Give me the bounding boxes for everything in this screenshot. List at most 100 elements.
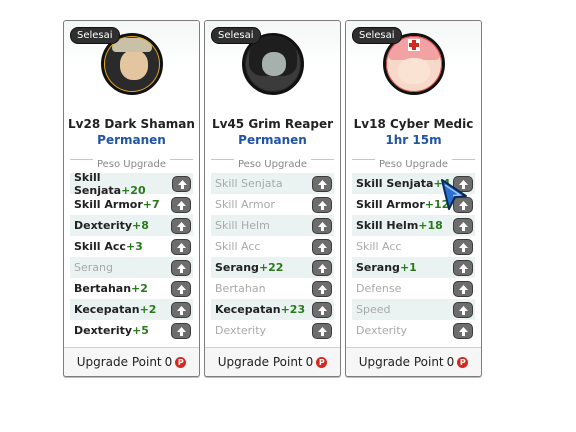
status-badge: Selesai [70,27,120,44]
stat-row: Dexterity [211,320,334,341]
pet-duration: Permanen [97,133,166,147]
upgrade-point-footer: Upgrade Point 0 P [64,347,199,376]
upgrade-arrow-button[interactable] [171,238,191,255]
upgrade-arrow-button[interactable] [312,196,332,213]
stat-row: Skill Armor+7 [70,194,193,215]
stat-row: Defense [352,278,475,299]
stat-label: Skill Helm+18 [356,219,443,232]
point-icon: P [457,356,469,368]
stat-label: Dexterity+5 [74,324,149,337]
stat-row: Speed [352,299,475,320]
pet-card-grim-reaper[interactable]: Selesai Lv45 Grim Reaper Permanen Peso U… [204,20,341,377]
section-label: Peso Upgrade [233,159,312,170]
stat-row: Dexterity+5 [70,320,193,341]
point-icon: P [316,356,328,368]
stat-list: Skill Senjata Skill Armor Skill Helm Ski… [211,173,334,341]
upgrade-arrow-button[interactable] [312,175,332,192]
stat-label: Skill Senjata [215,177,283,190]
section-divider: Peso Upgrade [211,159,334,174]
upgrade-arrow-button[interactable] [312,217,332,234]
stat-label: Dexterity [356,324,408,337]
upgrade-point-footer: Upgrade Point 0 P [205,347,340,376]
stat-label: Defense [356,282,402,295]
stat-label: Skill Senjata+4 [356,177,450,190]
section-label: Peso Upgrade [92,159,171,170]
stat-row: Dexterity+8 [70,215,193,236]
stat-row: Skill Acc [352,236,475,257]
stat-label: Kecepatan+2 [74,303,157,316]
pet-cards: Selesai Lv28 Dark Shaman Permanen Peso U… [63,20,482,377]
upgrade-arrow-button[interactable] [312,238,332,255]
upgrade-arrow-button[interactable] [453,322,473,339]
section-divider: Peso Upgrade [352,159,475,174]
stat-label: Skill Acc [356,240,402,253]
stat-row: Kecepatan+2 [70,299,193,320]
upgrade-arrow-button[interactable] [171,175,191,192]
upgrade-point-label: Upgrade Point [358,355,444,369]
upgrade-point-footer: Upgrade Point 0 P [346,347,481,376]
pet-duration: Permanen [238,133,307,147]
upgrade-arrow-button[interactable] [171,301,191,318]
stat-label: Skill Armor+7 [74,198,160,211]
stat-label: Kecepatan+23 [215,303,306,316]
upgrade-arrow-button[interactable] [312,280,332,297]
stat-label: Skill Armor [215,198,275,211]
pet-title: Lv45 Grim Reaper [211,117,334,131]
stat-list: Skill Senjata+20 Skill Armor+7 Dexterity… [70,170,193,341]
stat-row: Kecepatan+23 [211,299,334,320]
stat-row: Serang+1 [352,257,475,278]
upgrade-arrow-button[interactable] [171,280,191,297]
stat-label: Dexterity+8 [74,219,149,232]
upgrade-arrow-button[interactable] [453,217,473,234]
status-badge: Selesai [352,27,402,44]
upgrade-point-label: Upgrade Point [76,355,162,369]
upgrade-arrow-button[interactable] [312,322,332,339]
status-badge: Selesai [211,27,261,44]
stat-row: Bertahan [211,278,334,299]
stat-row: Skill Helm [211,215,334,236]
pet-title: Lv28 Dark Shaman [68,117,195,131]
stat-label: Skill Acc+3 [74,240,143,253]
upgrade-arrow-button[interactable] [171,196,191,213]
stat-label: Serang [74,261,113,274]
upgrade-point-value: 0 [446,355,455,369]
point-icon: P [175,356,187,368]
upgrade-arrow-button[interactable] [312,259,332,276]
upgrade-arrow-button[interactable] [171,259,191,276]
stat-label: Skill Armor+12 [356,198,450,211]
upgrade-arrow-button[interactable] [453,280,473,297]
stat-label: Skill Senjata+20 [74,170,146,197]
upgrade-arrow-button[interactable] [453,259,473,276]
upgrade-arrow-button[interactable] [171,322,191,339]
stat-row: Serang [70,257,193,278]
upgrade-arrow-button[interactable] [312,301,332,318]
stat-label: Bertahan [215,282,266,295]
stat-label: Bertahan+2 [74,282,148,295]
pet-duration: 1hr 15m [385,133,442,147]
upgrade-point-value: 0 [305,355,314,369]
stat-row: Skill Acc [211,236,334,257]
stat-label: Skill Acc [215,240,261,253]
upgrade-arrow-button[interactable] [453,301,473,318]
stat-row: Skill Acc+3 [70,236,193,257]
upgrade-point-label: Upgrade Point [217,355,303,369]
stat-label: Skill Helm [215,219,270,232]
stat-row: Skill Helm+18 [352,215,475,236]
stat-label: Serang+22 [215,261,284,274]
upgrade-arrow-button[interactable] [453,238,473,255]
stat-row: Skill Senjata [211,173,334,194]
stat-row: Skill Senjata+20 [70,170,193,197]
mouse-cursor-icon [441,179,467,210]
stat-row: Skill Armor [211,194,334,215]
stat-row: Bertahan+2 [70,278,193,299]
stat-row: Serang+22 [211,257,334,278]
upgrade-arrow-button[interactable] [171,217,191,234]
pet-card-dark-shaman[interactable]: Selesai Lv28 Dark Shaman Permanen Peso U… [63,20,200,377]
stat-label: Dexterity [215,324,267,337]
pet-title: Lv18 Cyber Medic [353,117,474,131]
section-label: Peso Upgrade [374,159,453,170]
stat-label: Serang+1 [356,261,417,274]
stat-row: Dexterity [352,320,475,341]
upgrade-point-value: 0 [164,355,173,369]
stat-label: Speed [356,303,391,316]
